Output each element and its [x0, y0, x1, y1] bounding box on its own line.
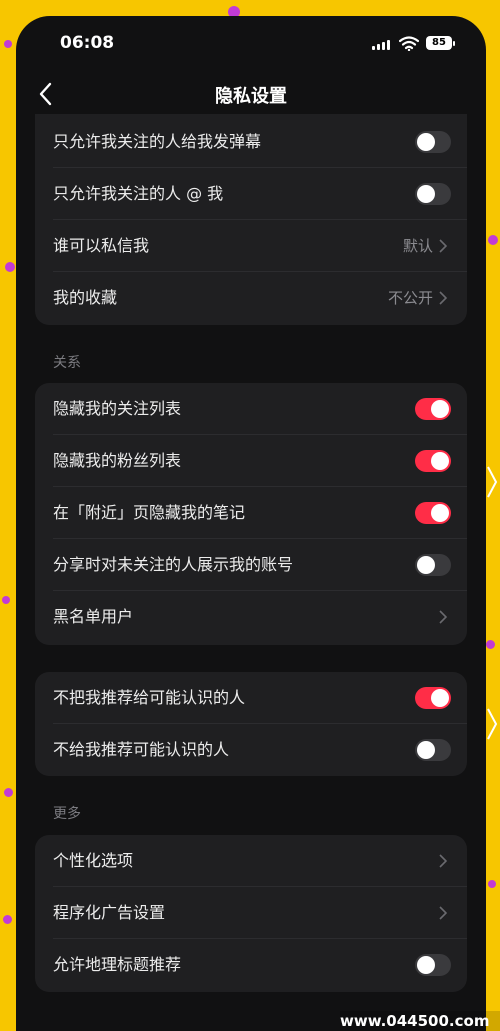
battery-icon: 85: [426, 36, 452, 50]
row-hide-following-list: 隐藏我的关注列表: [35, 383, 467, 435]
row-mention-following-only: 只允许我关注的人 @ 我: [35, 168, 467, 220]
row-label: 不把我推荐给可能认识的人: [53, 688, 246, 707]
row-label: 程序化广告设置: [53, 903, 166, 922]
status-bar: 06:08 85: [16, 16, 486, 72]
frame-dot: [3, 915, 12, 924]
row-danmaku-following-only: 只允许我关注的人给我发弹幕: [35, 116, 467, 168]
frame-dot: [488, 235, 498, 245]
row-label: 只允许我关注的人给我发弹幕: [53, 132, 262, 151]
wifi-icon: [399, 36, 419, 51]
row-programmatic-ads[interactable]: 程序化广告设置: [35, 887, 467, 939]
row-hide-notes-nearby: 在「附近」页隐藏我的笔记: [35, 487, 467, 539]
settings-group-recommendation: 不把我推荐给可能认识的人 不给我推荐可能认识的人: [35, 672, 467, 776]
row-label: 谁可以私信我: [53, 236, 150, 255]
row-value: 默认: [402, 237, 433, 255]
toggle-knob: [431, 400, 449, 418]
frame-dot: [488, 880, 496, 888]
chevron-right-icon: [487, 708, 498, 740]
row-label: 我的收藏: [53, 288, 118, 307]
row-label: 允许地理标题推荐: [53, 955, 182, 974]
row-label: 隐藏我的粉丝列表: [53, 451, 182, 470]
watermark-text: www.044500.com: [340, 1011, 500, 1031]
toggle-hide-following-list[interactable]: [415, 398, 451, 420]
chevron-right-icon: [439, 239, 447, 253]
toggle-danmaku-following-only[interactable]: [415, 131, 451, 153]
toggle-knob: [417, 556, 435, 574]
row-label: 黑名单用户: [53, 607, 134, 626]
settings-group-more: 个性化选项 程序化广告设置 允许地理标题推荐: [35, 835, 467, 992]
chevron-right-icon: [439, 610, 447, 624]
signal-icon: [372, 40, 390, 50]
toggle-geo-title-recommend[interactable]: [415, 954, 451, 976]
nav-bar: 隐私设置: [16, 72, 486, 116]
row-label: 隐藏我的关注列表: [53, 399, 182, 418]
settings-group-relations: 隐藏我的关注列表 隐藏我的粉丝列表 在「附近」页隐藏我的笔记 分享时对未关注的人…: [35, 383, 467, 645]
row-label: 个性化选项: [53, 851, 134, 870]
frame-dot: [4, 788, 13, 797]
chevron-right-icon: [439, 854, 447, 868]
frame-dot: [4, 40, 12, 48]
toggle-knob: [417, 741, 435, 759]
frame-dot: [486, 640, 495, 649]
row-no-recommend-me: 不把我推荐给可能认识的人: [35, 672, 467, 724]
toggle-knob: [417, 133, 435, 151]
page-title: 隐私设置: [215, 86, 287, 107]
row-label: 分享时对未关注的人展示我的账号: [53, 555, 294, 574]
settings-group-general: 只允许我关注的人给我发弹幕 只允许我关注的人 @ 我 谁可以私信我 默认 我的收…: [35, 114, 467, 325]
toggle-show-account-on-share[interactable]: [415, 554, 451, 576]
row-personalization[interactable]: 个性化选项: [35, 835, 467, 887]
toggle-knob: [431, 452, 449, 470]
frame-dot: [2, 596, 10, 604]
section-title-more: 更多: [53, 806, 81, 822]
chevron-right-icon: [439, 291, 447, 305]
row-my-favorites[interactable]: 我的收藏 不公开: [35, 272, 467, 324]
toggle-no-recommend-to-me[interactable]: [415, 739, 451, 761]
toggle-knob: [431, 689, 449, 707]
toggle-hide-fans-list[interactable]: [415, 450, 451, 472]
row-no-recommend-to-me: 不给我推荐可能认识的人: [35, 724, 467, 776]
row-label: 不给我推荐可能认识的人: [53, 740, 230, 759]
toggle-hide-notes-nearby[interactable]: [415, 502, 451, 524]
toggle-no-recommend-me[interactable]: [415, 687, 451, 709]
chevron-right-icon: [439, 906, 447, 920]
row-label: 只允许我关注的人 @ 我: [53, 184, 224, 203]
toggle-knob: [431, 504, 449, 522]
section-title-relations: 关系: [53, 355, 81, 371]
row-hide-fans-list: 隐藏我的粉丝列表: [35, 435, 467, 487]
status-time: 06:08: [60, 33, 115, 53]
toggle-mention-following-only[interactable]: [415, 183, 451, 205]
frame-dot: [5, 262, 15, 272]
row-value: 不公开: [387, 289, 433, 307]
row-blacklist[interactable]: 黑名单用户: [35, 591, 467, 643]
battery-cap: [453, 41, 455, 46]
row-label: 在「附近」页隐藏我的笔记: [53, 503, 246, 522]
toggle-knob: [417, 956, 435, 974]
chevron-right-icon: [487, 466, 498, 498]
row-show-account-on-share: 分享时对未关注的人展示我的账号: [35, 539, 467, 591]
phone-screen: 06:08 85 隐私设置 只允许我关注的人给我发弹幕 只允许我关注的人 @ 我: [16, 16, 486, 1031]
row-who-can-message[interactable]: 谁可以私信我 默认: [35, 220, 467, 272]
row-geo-title-recommend: 允许地理标题推荐: [35, 939, 467, 991]
toggle-knob: [417, 185, 435, 203]
